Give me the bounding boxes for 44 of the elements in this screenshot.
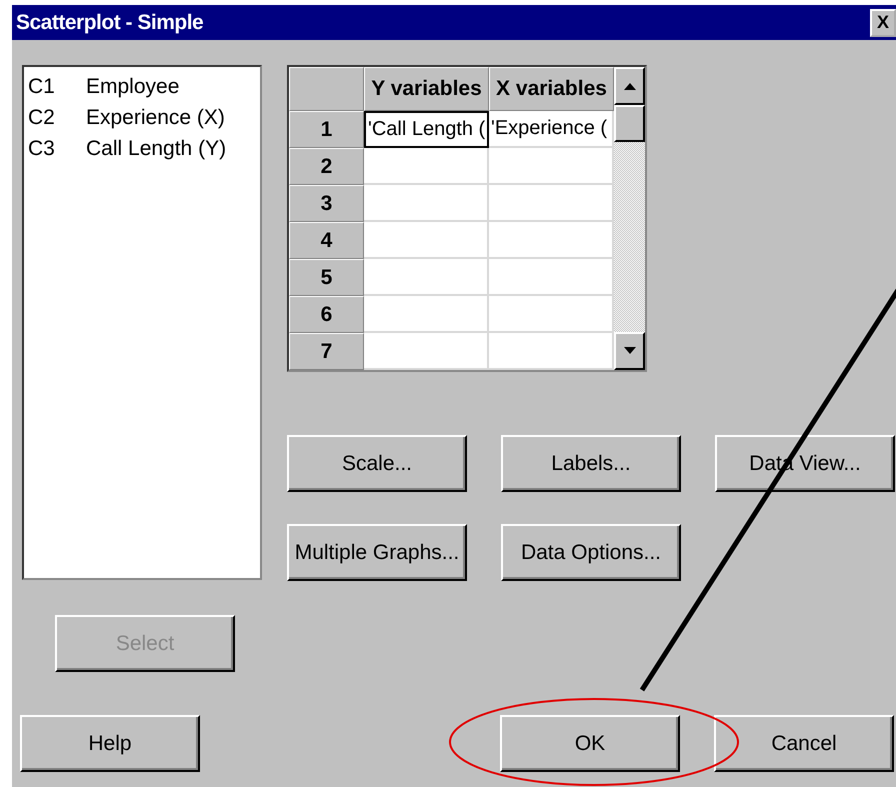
table-cell[interactable]	[364, 185, 489, 222]
table-cell[interactable]	[364, 148, 489, 185]
column-id[interactable]: C3	[28, 133, 86, 164]
cancel-button[interactable]: Cancel	[714, 715, 894, 772]
table-cell[interactable]	[489, 259, 614, 296]
table-cell[interactable]	[489, 148, 614, 185]
option-button[interactable]: Data Options...	[501, 524, 681, 581]
row-header: 5	[289, 259, 364, 296]
option-button[interactable]: Multiple Graphs...	[287, 524, 467, 581]
column-header: Y variables	[364, 67, 489, 111]
column-id[interactable]: C1	[28, 71, 86, 102]
variable-name[interactable]: Call Length (Y)	[86, 133, 226, 164]
table-cell[interactable]	[364, 222, 489, 259]
scrollbar[interactable]	[614, 67, 645, 370]
ok-button[interactable]: OK	[500, 715, 680, 772]
scroll-thumb[interactable]	[614, 105, 645, 142]
scroll-down-button[interactable]	[614, 332, 645, 370]
scroll-down-icon	[624, 347, 636, 355]
row-header: 6	[289, 296, 364, 333]
table-cell[interactable]: 'Call Length (	[364, 111, 489, 148]
help-button[interactable]: Help	[20, 715, 200, 772]
table-cell[interactable]	[489, 296, 614, 333]
table-cell[interactable]	[489, 185, 614, 222]
row-header: 7	[289, 333, 364, 370]
table-cell[interactable]	[489, 222, 614, 259]
option-button[interactable]: Labels...	[501, 435, 681, 492]
row-header: 1	[289, 111, 364, 148]
variable-name[interactable]: Experience (X)	[86, 102, 225, 133]
scroll-up-button[interactable]	[614, 67, 645, 105]
variable-name[interactable]: Employee	[86, 71, 180, 102]
column-header: X variables	[489, 67, 614, 111]
row-header: 2	[289, 148, 364, 185]
table-cell[interactable]	[489, 333, 614, 370]
row-header: 3	[289, 185, 364, 222]
column-id[interactable]: C2	[28, 102, 86, 133]
table-cell[interactable]	[364, 259, 489, 296]
table-cell[interactable]	[364, 333, 489, 370]
window-title: Scatterplot - Simple	[16, 10, 204, 34]
table-cell[interactable]: 'Experience (	[489, 111, 614, 148]
option-button[interactable]: Scale...	[287, 435, 467, 492]
scroll-up-icon	[624, 82, 636, 90]
row-header: 4	[289, 222, 364, 259]
close-button[interactable]: X	[870, 8, 896, 36]
table-cell[interactable]	[364, 296, 489, 333]
